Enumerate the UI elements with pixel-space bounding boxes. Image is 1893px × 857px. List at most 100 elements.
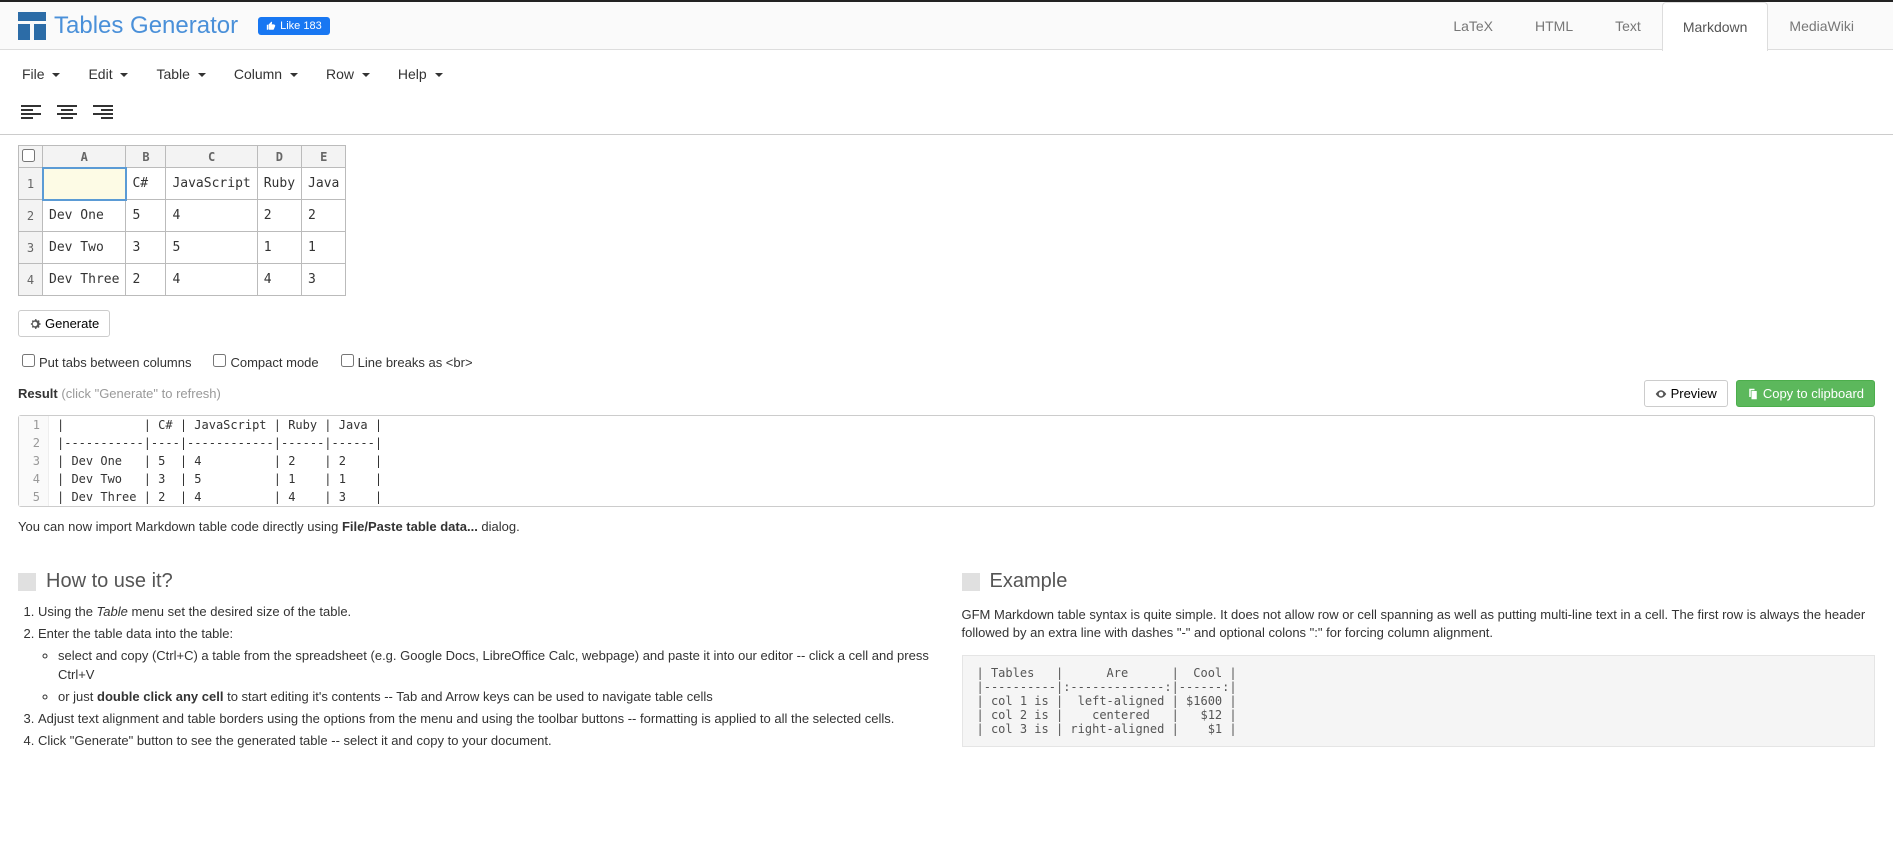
cell-r3c5[interactable]: 1 bbox=[302, 232, 346, 264]
align-center-icon bbox=[57, 104, 77, 120]
options-row: Put tabs between columns Compact mode Li… bbox=[0, 345, 1893, 376]
topbar: Tables Generator Like 183 LaTeXHTMLTextM… bbox=[0, 0, 1893, 50]
option-compact-checkbox[interactable] bbox=[213, 354, 226, 367]
code-line: | Dev One | 5 | 4 | 2 | 2 | bbox=[49, 452, 390, 470]
menu-row[interactable]: Row bbox=[322, 60, 374, 88]
col-header-A[interactable]: A bbox=[43, 146, 126, 168]
align-left-button[interactable] bbox=[18, 100, 44, 124]
result-label: Result bbox=[18, 386, 58, 401]
align-right-button[interactable] bbox=[90, 100, 116, 124]
option-br-checkbox[interactable] bbox=[341, 354, 354, 367]
cell-r2c3[interactable]: 4 bbox=[166, 200, 257, 232]
copy-clipboard-button[interactable]: Copy to clipboard bbox=[1736, 380, 1875, 407]
menu-file[interactable]: File bbox=[18, 60, 64, 88]
howto-heading: How to use it? bbox=[18, 570, 932, 593]
result-code-box[interactable]: 1| | C# | JavaScript | Ruby | Java |2|--… bbox=[18, 415, 1875, 507]
code-gutter: 3 bbox=[19, 452, 49, 470]
example-desc: GFM Markdown table syntax is quite simpl… bbox=[962, 606, 1876, 642]
option-br[interactable]: Line breaks as <br> bbox=[337, 351, 473, 370]
example-heading: Example bbox=[962, 570, 1876, 593]
cell-r4c5[interactable]: 3 bbox=[302, 264, 346, 296]
generate-button[interactable]: Generate bbox=[18, 310, 110, 337]
caret-down-icon bbox=[120, 73, 128, 77]
col-header-B[interactable]: B bbox=[126, 146, 166, 168]
format-tab-text[interactable]: Text bbox=[1594, 1, 1662, 50]
cell-r3c3[interactable]: 5 bbox=[166, 232, 257, 264]
facebook-like-button[interactable]: Like 183 bbox=[258, 17, 330, 35]
cell-r2c2[interactable]: 5 bbox=[126, 200, 166, 232]
code-gutter: 4 bbox=[19, 470, 49, 488]
align-center-button[interactable] bbox=[54, 100, 80, 124]
cell-r2c5[interactable]: 2 bbox=[302, 200, 346, 232]
code-gutter: 2 bbox=[19, 434, 49, 452]
cell-r3c2[interactable]: 3 bbox=[126, 232, 166, 264]
menu-table[interactable]: Table bbox=[152, 60, 209, 88]
option-tabs-checkbox[interactable] bbox=[22, 354, 35, 367]
brand-logo[interactable]: Tables Generator bbox=[18, 12, 238, 40]
format-tabs: LaTeXHTMLTextMarkdownMediaWiki bbox=[1432, 1, 1875, 50]
preview-button[interactable]: Preview bbox=[1644, 380, 1728, 407]
format-tab-latex[interactable]: LaTeX bbox=[1432, 1, 1514, 50]
row-header-3[interactable]: 3 bbox=[19, 232, 43, 264]
howto-list: Using the Table menu set the desired siz… bbox=[38, 603, 932, 750]
code-line: |-----------|----|------------|------|--… bbox=[49, 434, 390, 452]
caret-down-icon bbox=[290, 73, 298, 77]
cell-r1c1[interactable] bbox=[43, 168, 126, 200]
howto-step-2: Enter the table data into the table: sel… bbox=[38, 625, 932, 706]
cell-r1c5[interactable]: Java bbox=[302, 168, 346, 200]
copy-icon bbox=[1747, 388, 1759, 400]
caret-down-icon bbox=[435, 73, 443, 77]
format-tab-mediawiki[interactable]: MediaWiki bbox=[1768, 1, 1875, 50]
brand-text: Tables Generator bbox=[54, 12, 238, 40]
select-all-corner[interactable] bbox=[19, 146, 43, 168]
code-line: | | C# | JavaScript | Ruby | Java | bbox=[49, 416, 390, 434]
cell-r4c4[interactable]: 4 bbox=[257, 264, 301, 296]
option-tabs[interactable]: Put tabs between columns bbox=[18, 351, 191, 370]
howto-step-4: Click "Generate" button to see the gener… bbox=[38, 732, 932, 750]
code-gutter: 1 bbox=[19, 416, 49, 434]
cell-r3c4[interactable]: 1 bbox=[257, 232, 301, 264]
cell-r3c1[interactable]: Dev Two bbox=[43, 232, 126, 264]
alignment-toolbar bbox=[18, 96, 1875, 134]
menubar: File Edit Table Column Row Help bbox=[0, 50, 1893, 134]
howto-step-3: Adjust text alignment and table borders … bbox=[38, 710, 932, 728]
col-header-C[interactable]: C bbox=[166, 146, 257, 168]
col-header-E[interactable]: E bbox=[302, 146, 346, 168]
cell-r2c1[interactable]: Dev One bbox=[43, 200, 126, 232]
howto-step-1: Using the Table menu set the desired siz… bbox=[38, 603, 932, 621]
howto-column: How to use it? Using the Table menu set … bbox=[18, 552, 932, 754]
menu-help[interactable]: Help bbox=[394, 60, 447, 88]
row-header-2[interactable]: 2 bbox=[19, 200, 43, 232]
menu-edit[interactable]: Edit bbox=[84, 60, 132, 88]
eye-icon bbox=[1655, 388, 1667, 400]
info-columns: How to use it? Using the Table menu set … bbox=[0, 542, 1893, 764]
spreadsheet-grid[interactable]: ABCDE1C#JavaScriptRubyJava2Dev One54223D… bbox=[18, 145, 346, 296]
code-gutter: 5 bbox=[19, 488, 49, 506]
caret-down-icon bbox=[52, 73, 60, 77]
example-column: Example GFM Markdown table syntax is qui… bbox=[962, 552, 1876, 754]
row-header-1[interactable]: 1 bbox=[19, 168, 43, 200]
cell-r2c4[interactable]: 2 bbox=[257, 200, 301, 232]
cell-r1c2[interactable]: C# bbox=[126, 168, 166, 200]
cell-r1c4[interactable]: Ruby bbox=[257, 168, 301, 200]
row-header-4[interactable]: 4 bbox=[19, 264, 43, 296]
gear-icon bbox=[29, 318, 41, 330]
cell-r4c1[interactable]: Dev Three bbox=[43, 264, 126, 296]
import-note: You can now import Markdown table code d… bbox=[0, 511, 1893, 542]
code-line: | Dev Three | 2 | 4 | 4 | 3 | bbox=[49, 488, 390, 506]
align-left-icon bbox=[21, 104, 41, 120]
howto-step-2a: select and copy (Ctrl+C) a table from th… bbox=[58, 647, 932, 683]
cell-r4c3[interactable]: 4 bbox=[166, 264, 257, 296]
format-tab-markdown[interactable]: Markdown bbox=[1662, 2, 1769, 51]
cell-r1c3[interactable]: JavaScript bbox=[166, 168, 257, 200]
result-hint: (click "Generate" to refresh) bbox=[61, 386, 221, 401]
col-header-D[interactable]: D bbox=[257, 146, 301, 168]
cell-r4c2[interactable]: 2 bbox=[126, 264, 166, 296]
table-editor: ABCDE1C#JavaScriptRubyJava2Dev One54223D… bbox=[0, 135, 1893, 306]
example-code[interactable]: | Tables | Are | Cool | |----------|:---… bbox=[962, 655, 1876, 747]
howto-step-2b: or just double click any cell to start e… bbox=[58, 688, 932, 706]
menu-column[interactable]: Column bbox=[230, 60, 302, 88]
code-line: | Dev Two | 3 | 5 | 1 | 1 | bbox=[49, 470, 390, 488]
format-tab-html[interactable]: HTML bbox=[1514, 1, 1594, 50]
option-compact[interactable]: Compact mode bbox=[209, 351, 318, 370]
